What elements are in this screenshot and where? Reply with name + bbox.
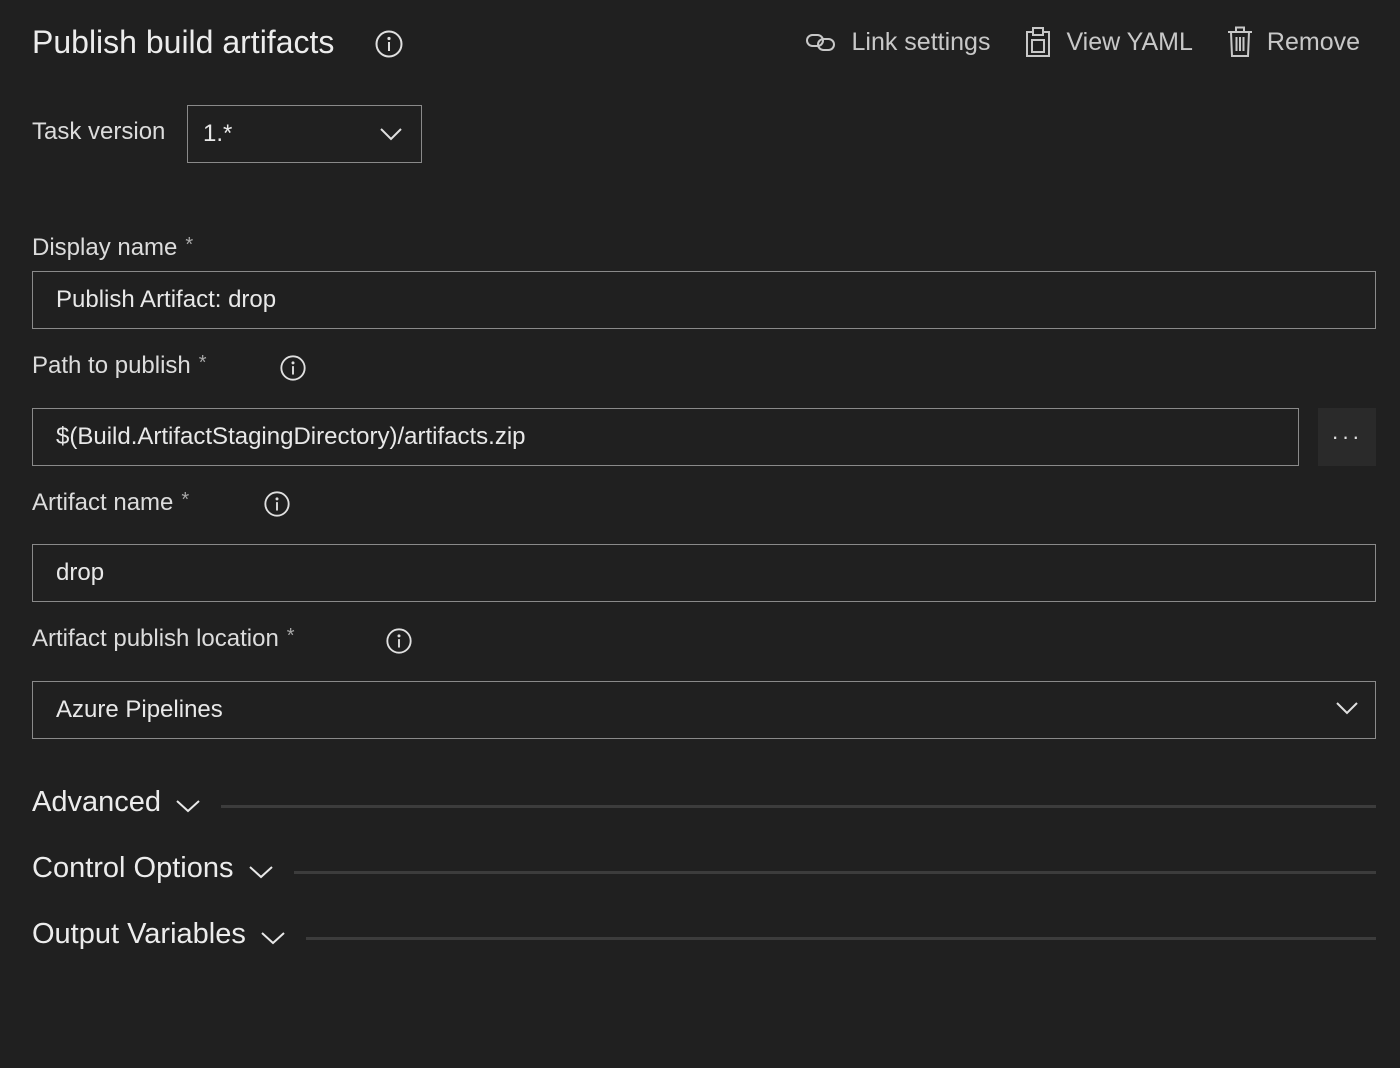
publish-location-info-icon[interactable] bbox=[385, 627, 413, 655]
required-marker: * bbox=[198, 352, 207, 374]
title-info-icon[interactable] bbox=[374, 29, 404, 59]
chevron-down-icon[interactable] bbox=[246, 922, 286, 946]
control-options-section[interactable]: Control Options bbox=[32, 848, 1376, 888]
artifact-name-input[interactable] bbox=[33, 545, 1375, 601]
artifact-publish-location-value: Azure Pipelines bbox=[56, 696, 223, 723]
artifact-publish-location-label-text: Artifact publish location bbox=[32, 625, 279, 652]
artifact-name-field[interactable] bbox=[32, 544, 1376, 602]
task-version-value: 1.* bbox=[203, 120, 233, 147]
advanced-section[interactable]: Advanced bbox=[32, 782, 1376, 822]
required-marker: * bbox=[181, 489, 190, 511]
artifact-publish-location-select[interactable]: Azure Pipelines bbox=[32, 681, 1376, 739]
trash-icon bbox=[1227, 26, 1253, 58]
path-to-publish-input[interactable] bbox=[33, 409, 1298, 465]
artifact-name-info-icon[interactable] bbox=[263, 490, 291, 518]
chevron-down-icon[interactable] bbox=[234, 856, 274, 880]
output-variables-section-title[interactable]: Output Variables bbox=[32, 918, 246, 951]
page-title: Publish build artifacts bbox=[32, 24, 335, 60]
path-to-publish-field[interactable] bbox=[32, 408, 1299, 466]
chevron-down-icon[interactable] bbox=[161, 790, 201, 814]
task-version-label: Task version bbox=[32, 118, 166, 145]
artifact-publish-location-label: Artifact publish location * bbox=[32, 624, 295, 655]
section-divider bbox=[293, 870, 1376, 874]
artifact-name-label-text: Artifact name bbox=[32, 489, 174, 516]
remove-button[interactable]: Remove bbox=[1227, 26, 1360, 58]
header-toolbar: Link settings View YAML Remove bbox=[805, 22, 1360, 62]
link-settings-label: Link settings bbox=[851, 27, 991, 56]
display-name-label-text: Display name bbox=[32, 234, 178, 261]
link-settings-button[interactable]: Link settings bbox=[805, 28, 990, 57]
browse-path-button[interactable]: ··· bbox=[1318, 408, 1376, 466]
display-name-label: Display name * bbox=[32, 233, 193, 264]
chevron-down-icon bbox=[379, 127, 421, 141]
required-marker: * bbox=[286, 625, 295, 647]
link-icon bbox=[805, 30, 837, 54]
task-version-select[interactable]: 1.* bbox=[187, 105, 422, 163]
display-name-field[interactable] bbox=[32, 271, 1376, 329]
required-marker: * bbox=[185, 234, 194, 256]
control-options-section-title[interactable]: Control Options bbox=[32, 852, 234, 885]
path-info-icon[interactable] bbox=[279, 354, 307, 382]
section-divider bbox=[305, 936, 1376, 940]
section-divider bbox=[221, 804, 1376, 808]
artifact-name-label: Artifact name * bbox=[32, 488, 189, 519]
remove-label: Remove bbox=[1266, 27, 1360, 56]
chevron-down-icon bbox=[1335, 702, 1375, 715]
display-name-input[interactable] bbox=[33, 272, 1375, 328]
advanced-section-title[interactable]: Advanced bbox=[32, 786, 161, 819]
path-to-publish-label-text: Path to publish bbox=[32, 352, 191, 379]
path-to-publish-label: Path to publish * bbox=[32, 351, 207, 382]
output-variables-section[interactable]: Output Variables bbox=[32, 914, 1376, 954]
clipboard-icon bbox=[1024, 26, 1052, 58]
view-yaml-label: View YAML bbox=[1066, 27, 1193, 56]
view-yaml-button[interactable]: View YAML bbox=[1024, 26, 1193, 58]
